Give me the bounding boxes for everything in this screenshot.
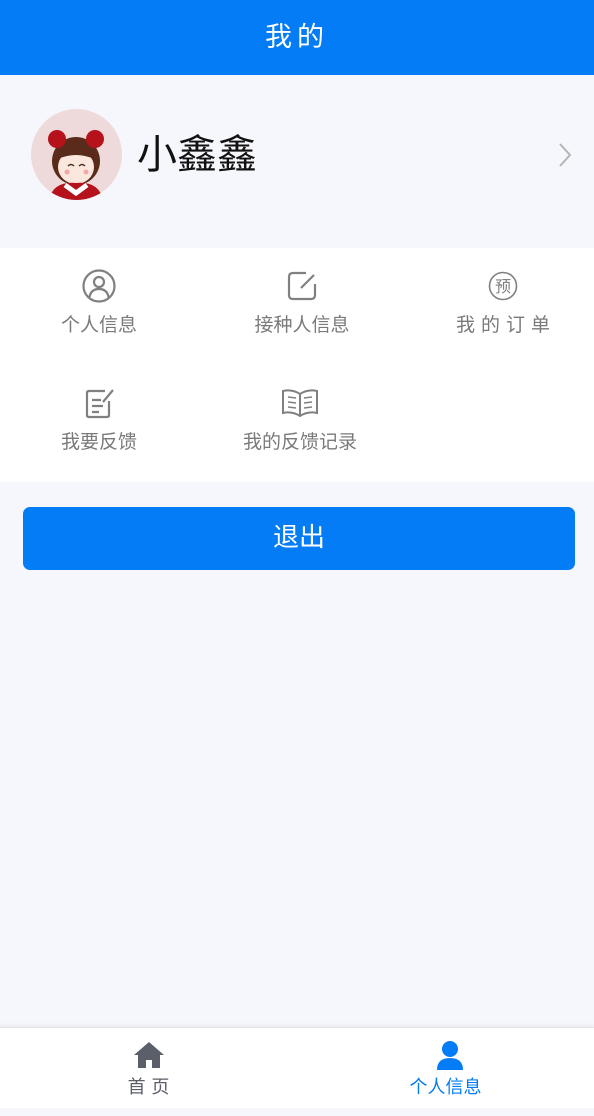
tab-home[interactable]: 首 页 (0, 1028, 297, 1109)
page-title: 我的 (265, 22, 329, 53)
tab-personal-info[interactable]: 个人信息 (297, 1028, 594, 1109)
menu-item-feedback-records[interactable]: 我的反馈记录 (198, 365, 402, 475)
menu-item-label: 我要反馈 (60, 431, 137, 453)
logout-button[interactable]: 退出 (23, 507, 575, 570)
user-circle-icon (82, 269, 116, 303)
menu-item-label: 我的反馈记录 (242, 431, 357, 453)
profile-card[interactable]: 小鑫鑫 (0, 75, 594, 248)
open-book-icon (282, 389, 318, 418)
edit-square-icon (287, 271, 317, 301)
function-menu: 个人信息 接种人信息 预 我 的 订 单 我要反馈 我的反馈记录 (0, 248, 594, 482)
menu-item-label: 个人信息 (60, 314, 137, 336)
menu-item-label: 我 的 订 单 (455, 314, 551, 336)
username: 小鑫鑫 (137, 132, 257, 178)
chevron-right-icon[interactable] (556, 141, 574, 169)
menu-item-feedback[interactable]: 我要反馈 (0, 365, 198, 475)
page-header: 我的 (0, 0, 594, 75)
feedback-edit-icon (85, 389, 114, 419)
bottom-tab-bar: 首 页 个人信息 (0, 1027, 594, 1108)
menu-item-label: 接种人信息 (254, 314, 350, 336)
menu-item-my-orders[interactable]: 预 我 的 订 单 (404, 248, 594, 358)
person-icon (436, 1041, 463, 1070)
svg-text:预: 预 (495, 277, 511, 296)
menu-item-personal-info[interactable]: 个人信息 (0, 248, 198, 358)
home-icon (133, 1042, 164, 1068)
tab-label: 个人信息 (409, 1077, 482, 1098)
menu-item-vaccinee-info[interactable]: 接种人信息 (198, 248, 406, 358)
yu-circle-icon: 预 (488, 271, 518, 301)
bottom-safe-area (0, 1108, 594, 1116)
tab-label: 首 页 (127, 1077, 170, 1098)
avatar[interactable] (31, 109, 122, 200)
